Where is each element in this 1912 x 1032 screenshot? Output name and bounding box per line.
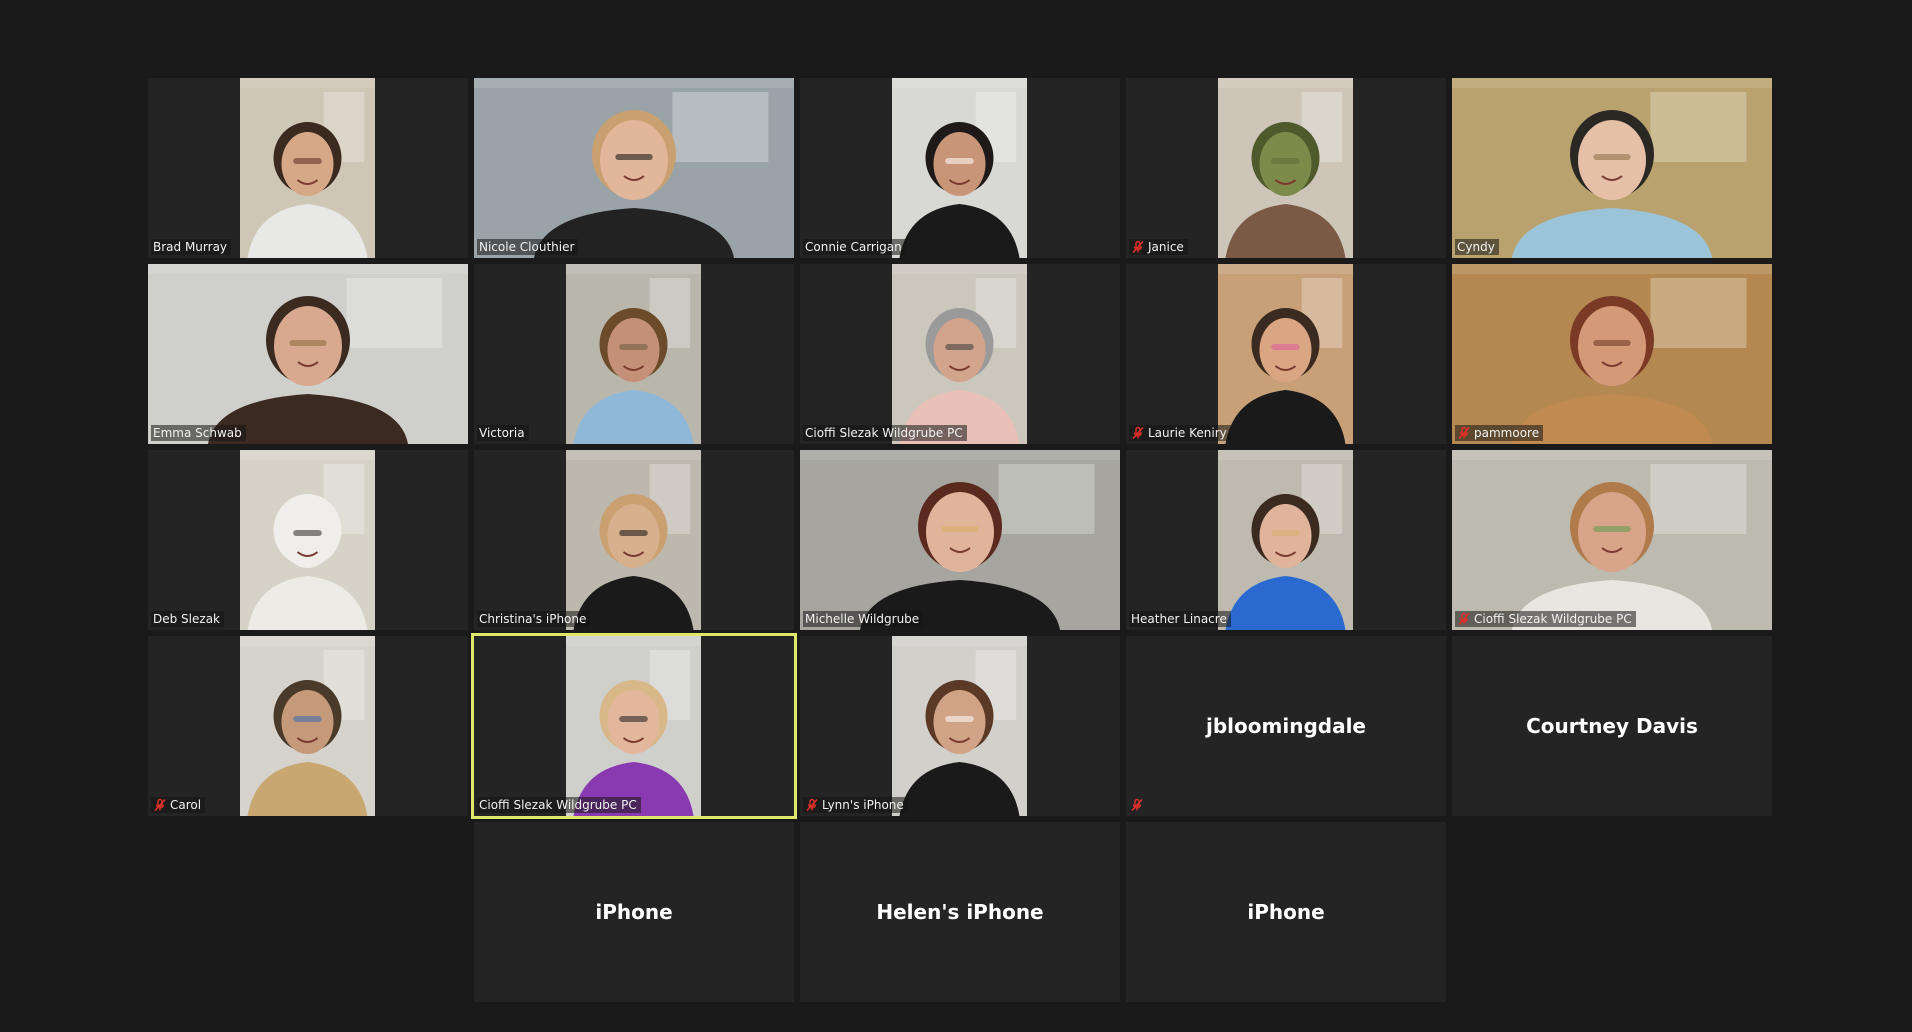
muted-mic-icon bbox=[1131, 426, 1145, 440]
participant-tile[interactable]: Heather Linacre bbox=[1126, 450, 1446, 630]
video-feed bbox=[566, 264, 701, 444]
video-feed bbox=[240, 636, 375, 816]
participant-tile[interactable]: Deb Slezak bbox=[148, 450, 468, 630]
name-label: Janice bbox=[1129, 239, 1188, 255]
participant-tile[interactable]: Laurie Keniry bbox=[1126, 264, 1446, 444]
muted-mic-icon bbox=[1457, 612, 1471, 626]
participant-name: Connie Carrigan bbox=[805, 240, 902, 254]
participant-name: Carol bbox=[170, 798, 202, 812]
video-feed bbox=[892, 264, 1027, 444]
name-label: Brad Murray bbox=[151, 239, 232, 255]
participant-name: Cyndy bbox=[1457, 240, 1495, 254]
participant-tile[interactable]: Janice bbox=[1126, 78, 1446, 258]
participant-tile[interactable]: Connie Carrigan bbox=[800, 78, 1120, 258]
name-label: Emma Schwab bbox=[151, 425, 246, 441]
video-feed bbox=[1218, 450, 1353, 630]
participant-name: Deb Slezak bbox=[153, 612, 220, 626]
video-feed bbox=[1452, 78, 1772, 258]
participant-name: Lynn's iPhone bbox=[822, 798, 904, 812]
participant-name: Cioffi Slezak Wildgrube PC bbox=[1474, 612, 1632, 626]
gallery-view: Brad Murray Nicole Clouthier Connie Carr… bbox=[0, 0, 1912, 1032]
participant-name: Heather Linacre bbox=[1131, 612, 1227, 626]
name-label: Heather Linacre bbox=[1129, 611, 1231, 627]
participant-tile[interactable]: iPhone bbox=[1126, 822, 1446, 1002]
participant-name: Cioffi Slezak Wildgrube PC bbox=[805, 426, 963, 440]
name-label: Cioffi Slezak Wildgrube PC bbox=[1455, 611, 1636, 627]
participant-tile[interactable]: Cioffi Slezak Wildgrube PC bbox=[800, 264, 1120, 444]
participant-name: Victoria bbox=[479, 426, 525, 440]
muted-mic-icon bbox=[153, 798, 167, 812]
participant-tile[interactable]: Victoria bbox=[474, 264, 794, 444]
participant-name: Emma Schwab bbox=[153, 426, 242, 440]
participant-tile[interactable]: Brad Murray bbox=[148, 78, 468, 258]
muted-mic-icon bbox=[1131, 240, 1145, 254]
participant-name: jbloomingdale bbox=[1206, 714, 1366, 738]
video-feed bbox=[892, 78, 1027, 258]
name-label: Carol bbox=[151, 797, 206, 813]
participant-tile[interactable]: Christina's iPhone bbox=[474, 450, 794, 630]
name-label: Lynn's iPhone bbox=[803, 797, 908, 813]
participant-tile[interactable]: jbloomingdale bbox=[1126, 636, 1446, 816]
participant-tile[interactable]: pammoore bbox=[1452, 264, 1772, 444]
name-label: Michelle Wildgrube bbox=[803, 611, 924, 627]
video-feed bbox=[566, 450, 701, 630]
participant-tile[interactable]: Emma Schwab bbox=[148, 264, 468, 444]
participant-tile[interactable]: Courtney Davis bbox=[1452, 636, 1772, 816]
video-feed bbox=[240, 450, 375, 630]
video-feed bbox=[1452, 264, 1772, 444]
name-label: Cioffi Slezak Wildgrube PC bbox=[803, 425, 967, 441]
muted-mic-icon bbox=[805, 798, 819, 812]
name-label: Cyndy bbox=[1455, 239, 1499, 255]
video-feed bbox=[1452, 450, 1772, 630]
participant-tile[interactable]: Lynn's iPhone bbox=[800, 636, 1120, 816]
name-label: Laurie Keniry bbox=[1129, 425, 1231, 441]
participant-tile[interactable]: Cyndy bbox=[1452, 78, 1772, 258]
video-feed bbox=[1218, 264, 1353, 444]
participant-tile[interactable]: Nicole Clouthier bbox=[474, 78, 794, 258]
participant-tile[interactable]: iPhone bbox=[474, 822, 794, 1002]
video-feed bbox=[892, 636, 1027, 816]
muted-mic-icon bbox=[1457, 426, 1471, 440]
name-label: Christina's iPhone bbox=[477, 611, 591, 627]
participant-name: Christina's iPhone bbox=[479, 612, 587, 626]
participant-name: Michelle Wildgrube bbox=[805, 612, 920, 626]
participant-tile[interactable]: Cioffi Slezak Wildgrube PC bbox=[1452, 450, 1772, 630]
participant-name: pammoore bbox=[1474, 426, 1540, 440]
video-feed bbox=[1218, 78, 1353, 258]
participant-name: Courtney Davis bbox=[1526, 714, 1698, 738]
participant-name: Helen's iPhone bbox=[876, 900, 1044, 924]
participant-tile[interactable]: Michelle Wildgrube bbox=[800, 450, 1120, 630]
participant-name: Cioffi Slezak Wildgrube PC bbox=[479, 798, 637, 812]
name-label: Cioffi Slezak Wildgrube PC bbox=[477, 797, 641, 813]
name-label: Victoria bbox=[477, 425, 529, 441]
video-feed bbox=[240, 78, 375, 258]
video-feed bbox=[474, 78, 794, 258]
participant-name: Laurie Keniry bbox=[1148, 426, 1227, 440]
muted-mic-icon bbox=[1129, 797, 1145, 813]
video-feed bbox=[148, 264, 468, 444]
participant-name: Janice bbox=[1148, 240, 1184, 254]
name-label: pammoore bbox=[1455, 425, 1544, 441]
participant-tile[interactable]: Carol bbox=[148, 636, 468, 816]
participant-name: Nicole Clouthier bbox=[479, 240, 575, 254]
participant-name: Brad Murray bbox=[153, 240, 228, 254]
participant-name: iPhone bbox=[595, 900, 673, 924]
name-label: Deb Slezak bbox=[151, 611, 224, 627]
participant-tile[interactable]: Helen's iPhone bbox=[800, 822, 1120, 1002]
name-label: Connie Carrigan bbox=[803, 239, 906, 255]
name-label: Nicole Clouthier bbox=[477, 239, 579, 255]
video-feed bbox=[800, 450, 1120, 630]
participant-tile[interactable]: Cioffi Slezak Wildgrube PC bbox=[471, 633, 797, 819]
participant-name: iPhone bbox=[1247, 900, 1325, 924]
video-feed bbox=[566, 636, 701, 816]
